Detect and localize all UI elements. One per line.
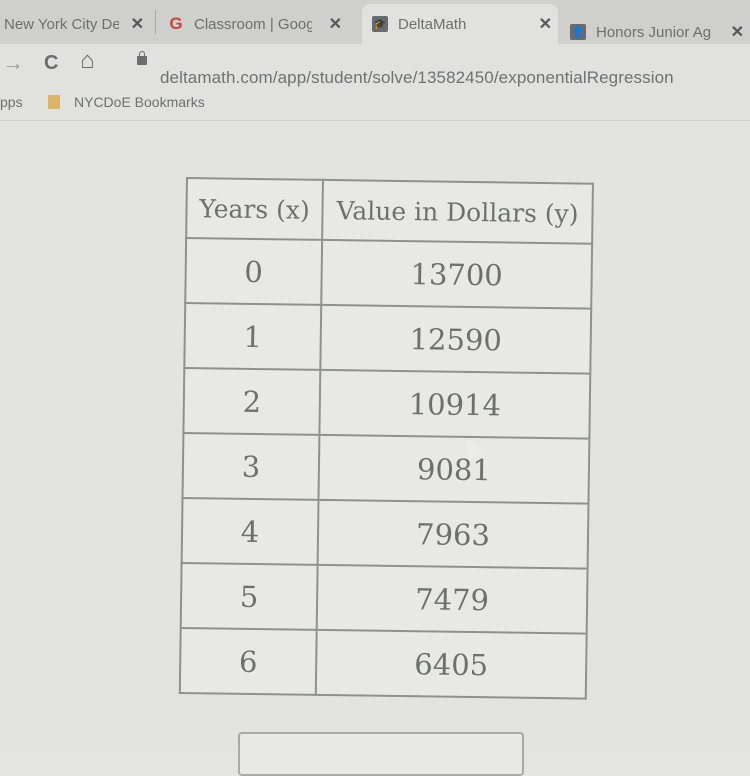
table-row: 6 6405: [179, 627, 587, 699]
tab-classroom[interactable]: G Classroom | Goog ✕: [168, 4, 348, 44]
close-icon[interactable]: ✕: [725, 22, 750, 42]
cell-y: 13700: [321, 239, 593, 309]
bookmark-apps[interactable]: pps: [0, 94, 23, 110]
tab-title: New York City De: [4, 15, 119, 33]
tab-bar: New York City De ✕ G Classroom | Goog ✕ …: [0, 0, 750, 44]
cell-x: 2: [183, 367, 321, 435]
bookmark-nycdoe[interactable]: NYCDoE Bookmarks: [48, 94, 205, 110]
tab-title: Honors Junior Ag: [596, 23, 712, 41]
home-icon[interactable]: ⌂: [80, 47, 95, 75]
folder-icon: [48, 95, 60, 109]
cell-y: 7479: [316, 564, 588, 634]
bookmark-label: NYCDoE Bookmarks: [74, 94, 205, 110]
table-row: 5 7479: [180, 562, 588, 634]
cell-x: 1: [184, 303, 322, 370]
table-row: 2 10914: [183, 367, 591, 439]
cell-x: 4: [181, 497, 319, 565]
answer-input[interactable]: [238, 732, 524, 776]
tab-title: DeltaMath: [398, 15, 467, 33]
bookmark-label: pps: [0, 94, 23, 110]
cell-y: 10914: [319, 369, 591, 439]
close-icon[interactable]: ✕: [125, 14, 150, 34]
column-header-y: Value in Dollars (y): [322, 179, 593, 244]
table-header-row: Years (x) Value in Dollars (y): [186, 178, 593, 244]
cell-x: 0: [185, 238, 323, 305]
tab-deltamath[interactable]: 🎓 DeltaMath ✕: [362, 4, 558, 44]
deltamath-icon: 🎓: [372, 16, 388, 32]
data-table: Years (x) Value in Dollars (y) 0 13700 1…: [178, 177, 594, 700]
lock-icon: [137, 51, 147, 65]
cell-y: 7963: [317, 499, 589, 569]
forward-icon[interactable]: →: [2, 50, 24, 76]
bookmarks-bar: pps NYCDoE Bookmarks: [0, 88, 750, 121]
tab-separator: [155, 10, 156, 34]
reload-icon[interactable]: C: [44, 52, 58, 75]
cell-x: 3: [182, 432, 320, 500]
table-row: 3 9081: [182, 432, 590, 504]
column-header-x: Years (x): [186, 178, 323, 240]
close-icon[interactable]: ✕: [533, 14, 558, 34]
cell-y: 12590: [320, 304, 592, 374]
address-bar[interactable]: deltamath.com/app/student/solve/13582450…: [160, 68, 674, 88]
cell-y: 6405: [315, 629, 587, 699]
table-row: 4 7963: [181, 497, 589, 569]
cell-x: 6: [179, 627, 317, 695]
tab-nyc-doe[interactable]: New York City De ✕: [0, 4, 150, 44]
tab-title: Classroom | Goog: [194, 15, 312, 33]
google-g-icon: G: [169, 14, 183, 33]
table-row: 1 12590: [184, 303, 592, 374]
cell-x: 5: [180, 562, 318, 630]
classroom-icon: 👤: [570, 24, 586, 40]
close-icon[interactable]: ✕: [323, 14, 348, 34]
table-row: 0 13700: [185, 238, 593, 309]
cell-y: 9081: [318, 434, 590, 504]
